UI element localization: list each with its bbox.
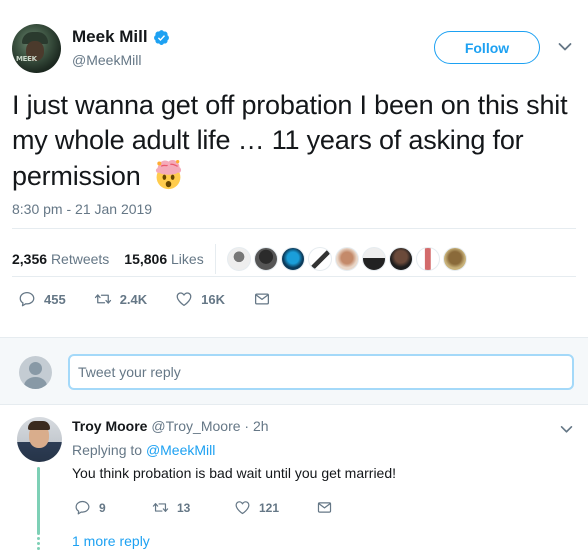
reply-retweet-count: 13 <box>177 500 191 515</box>
reply-input[interactable] <box>68 354 574 390</box>
author-display-name[interactable]: Meek Mill <box>72 27 148 47</box>
chevron-down-icon[interactable] <box>558 42 572 52</box>
main-tweet: MEEK Meek Mill @MeekMill Follow I just w… <box>0 0 588 337</box>
exploding-head-emoji-icon <box>155 160 181 190</box>
liker-avatar[interactable] <box>415 247 440 271</box>
reply-author-name[interactable]: Troy Moore <box>72 418 147 434</box>
retweets-label: Retweets <box>50 251 110 267</box>
stats-separator <box>214 244 216 274</box>
retweets-stat[interactable]: 2,356 Retweets <box>12 251 109 267</box>
reply-header: Troy Moore @Troy_Moore · 2h <box>72 418 269 434</box>
liker-avatar[interactable] <box>361 247 386 271</box>
divider <box>12 228 576 229</box>
reply-dm-action[interactable] <box>316 499 341 516</box>
like-action[interactable]: 16K <box>175 290 225 308</box>
liker-avatar[interactable] <box>388 247 413 271</box>
reply-like-count: 121 <box>259 500 280 515</box>
meek-mill-avatar[interactable]: MEEK <box>12 24 61 73</box>
avatar-body-shape <box>24 377 47 389</box>
tweet-actions: 455 2.4K 16K <box>18 290 307 308</box>
reply-count: 455 <box>44 291 66 307</box>
reply-time[interactable]: 2h <box>253 418 269 434</box>
liker-avatar[interactable] <box>253 247 278 271</box>
chevron-down-icon[interactable] <box>560 425 573 434</box>
author-name-row: Meek Mill <box>72 27 170 47</box>
troy-moore-avatar[interactable] <box>17 417 62 462</box>
verified-badge-icon <box>153 29 169 45</box>
retweet-count: 2.4K <box>119 291 148 307</box>
reply-action[interactable]: 455 <box>18 290 66 308</box>
likers-avatars <box>226 247 470 271</box>
reply-tweet: Troy Moore @Troy_Moore · 2h Replying to … <box>0 405 588 555</box>
tweet-timestamp[interactable]: 8:30 pm - 21 Jan 2019 <box>12 201 152 217</box>
envelope-icon <box>255 293 270 305</box>
reply-like-action[interactable]: 121 <box>234 499 316 516</box>
reply-icon <box>75 500 90 515</box>
like-count: 16K <box>201 291 226 307</box>
avatar-label: MEEK <box>16 55 37 63</box>
thread-line <box>37 467 40 535</box>
replying-to-handle[interactable]: @MeekMill <box>146 442 215 458</box>
direct-message-action[interactable] <box>253 290 279 308</box>
heart-icon <box>235 501 250 515</box>
tweet-stats: 2,356 Retweets 15,806 Likes <box>12 244 470 274</box>
thread-dots <box>37 537 40 552</box>
more-replies-link[interactable]: 1 more reply <box>72 533 150 549</box>
retweet-action[interactable]: 2.4K <box>94 290 147 308</box>
likes-count: 15,806 <box>124 251 168 267</box>
reply-author-handle[interactable]: @Troy_Moore <box>151 418 240 434</box>
avatar-head-shape <box>29 362 42 375</box>
retweet-icon <box>94 294 111 304</box>
envelope-icon <box>317 502 332 513</box>
reply-actions: 9 13 121 <box>74 499 341 516</box>
reply-separator: · <box>244 418 250 434</box>
divider <box>12 276 576 277</box>
reply-composer <box>0 337 588 405</box>
reply-reply-count: 9 <box>99 500 106 515</box>
tweet-text: I just wanna get off probation I been on… <box>12 90 568 191</box>
liker-avatar[interactable] <box>334 247 359 271</box>
liker-avatar[interactable] <box>280 247 305 271</box>
tweet-text-block: I just wanna get off probation I been on… <box>12 88 577 194</box>
retweet-icon <box>152 503 169 512</box>
heart-icon <box>176 292 192 307</box>
avatar-hair-shape <box>28 421 50 430</box>
liker-avatar[interactable] <box>307 247 332 271</box>
reply-reply-action[interactable]: 9 <box>74 499 152 516</box>
retweets-count: 2,356 <box>12 251 48 267</box>
reply-text: You think probation is bad wait until yo… <box>72 465 397 481</box>
replying-to: Replying to @MeekMill <box>72 442 215 458</box>
replying-to-prefix: Replying to <box>72 442 143 458</box>
default-user-avatar <box>19 356 52 389</box>
liker-avatar[interactable] <box>442 247 467 271</box>
liker-avatar[interactable] <box>226 247 251 271</box>
follow-button[interactable]: Follow <box>434 31 540 64</box>
likes-label: Likes <box>171 251 204 267</box>
author-handle[interactable]: @MeekMill <box>72 52 141 68</box>
reply-retweet-action[interactable]: 13 <box>152 499 234 516</box>
likes-stat[interactable]: 15,806 Likes <box>124 251 203 267</box>
reply-icon <box>19 291 35 307</box>
